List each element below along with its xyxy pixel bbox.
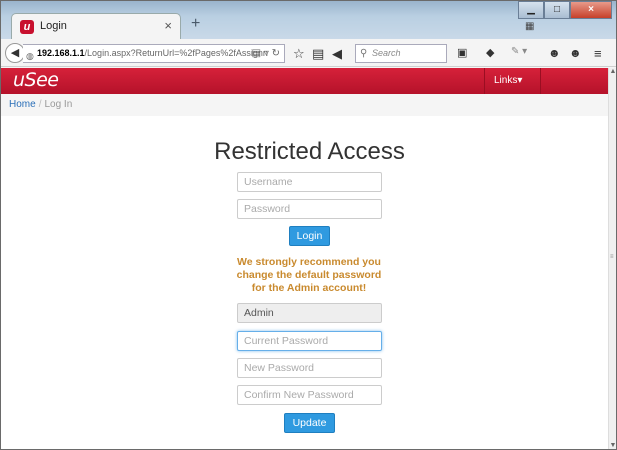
header-divider (484, 68, 485, 94)
reading-list-icon[interactable]: ▤ (312, 46, 324, 62)
chat-icon[interactable]: ☻ (569, 46, 582, 60)
warning-line: change the default password (236, 269, 382, 281)
breadcrumb-current: Log In (44, 99, 73, 110)
menu-icon[interactable]: ≡ (594, 46, 602, 61)
site-favicon-icon: u (20, 20, 34, 34)
scroll-grip-icon[interactable]: ≡ (610, 254, 614, 260)
account-icon[interactable]: ☻ (548, 46, 561, 60)
login-button[interactable]: Login (289, 226, 330, 246)
admin-username-field (237, 303, 382, 323)
search-placeholder: Search (372, 48, 401, 58)
scroll-down-icon[interactable]: ▼ (609, 442, 617, 449)
search-icon: ⚲ (360, 48, 368, 59)
minimize-icon[interactable]: ▁ (518, 1, 544, 19)
page-title: Restricted Access (214, 138, 405, 165)
header-divider (540, 68, 541, 94)
eyedropper-icon[interactable]: ✎ ▾ (511, 46, 527, 57)
pocket-icon[interactable]: ◆ (486, 46, 494, 59)
new-password-input[interactable] (237, 358, 382, 378)
reload-icon[interactable]: ▤ ▿ ↻ (252, 45, 280, 62)
tab-close-icon[interactable]: × (164, 18, 172, 33)
navigation-toolbar: ◀ ◍ 192.168.1.1/Login.aspx?ReturnUrl=%2f… (1, 39, 616, 67)
new-tab-icon[interactable]: + (191, 15, 200, 33)
warning-line: for the Admin account! (251, 282, 367, 294)
username-input[interactable] (237, 172, 382, 192)
password-input[interactable] (237, 199, 382, 219)
send-icon[interactable]: ◀ (332, 46, 342, 62)
url-host: 192.168.1.1 (37, 48, 85, 58)
update-button[interactable]: Update (284, 413, 335, 433)
close-window-icon[interactable]: × (570, 1, 612, 19)
warning-line: We strongly recommend you (237, 256, 381, 268)
breadcrumb: Home / Log In (1, 94, 608, 116)
globe-icon: ◍ (26, 51, 34, 61)
bookmark-star-icon[interactable]: ☆ (293, 46, 305, 62)
url-bar[interactable]: ◍ 192.168.1.1/Login.aspx?ReturnUrl=%2fPa… (23, 44, 285, 63)
url-path: /Login.aspx?ReturnUrl=%2fPages%2fAssignn (84, 48, 268, 58)
site-logo[interactable]: uSee (13, 69, 59, 91)
maximize-icon[interactable]: □ (544, 1, 570, 19)
default-password-warning: We strongly recommend you change the def… (214, 256, 404, 295)
back-arrow-icon[interactable]: ◀ (5, 43, 25, 63)
extension-icon[interactable]: ▣ (457, 46, 467, 59)
tab-title: Login (40, 20, 67, 32)
links-dropdown[interactable]: Links▾ (494, 75, 522, 86)
browser-window: u Login × + ▦ ▁ □ × ◀ ◍ 192.168.1.1/Logi… (0, 0, 617, 450)
tab-groups-icon[interactable]: ▦ (525, 21, 534, 32)
web-page: uSee Links▾ Home / Log In Restricted Acces… (1, 68, 608, 449)
confirm-password-input[interactable] (237, 385, 382, 405)
browser-tab[interactable]: u Login × (11, 13, 181, 39)
scroll-up-icon[interactable]: ▲ (609, 68, 617, 75)
title-bar: u Login × + ▦ ▁ □ × (1, 1, 616, 39)
search-input[interactable]: ⚲ Search (355, 44, 447, 63)
breadcrumb-home-link[interactable]: Home (9, 99, 36, 110)
site-header: uSee Links▾ (1, 68, 608, 94)
current-password-input[interactable] (237, 331, 382, 351)
page-scrollbar[interactable]: ▲ ≡ ▼ (608, 68, 616, 449)
